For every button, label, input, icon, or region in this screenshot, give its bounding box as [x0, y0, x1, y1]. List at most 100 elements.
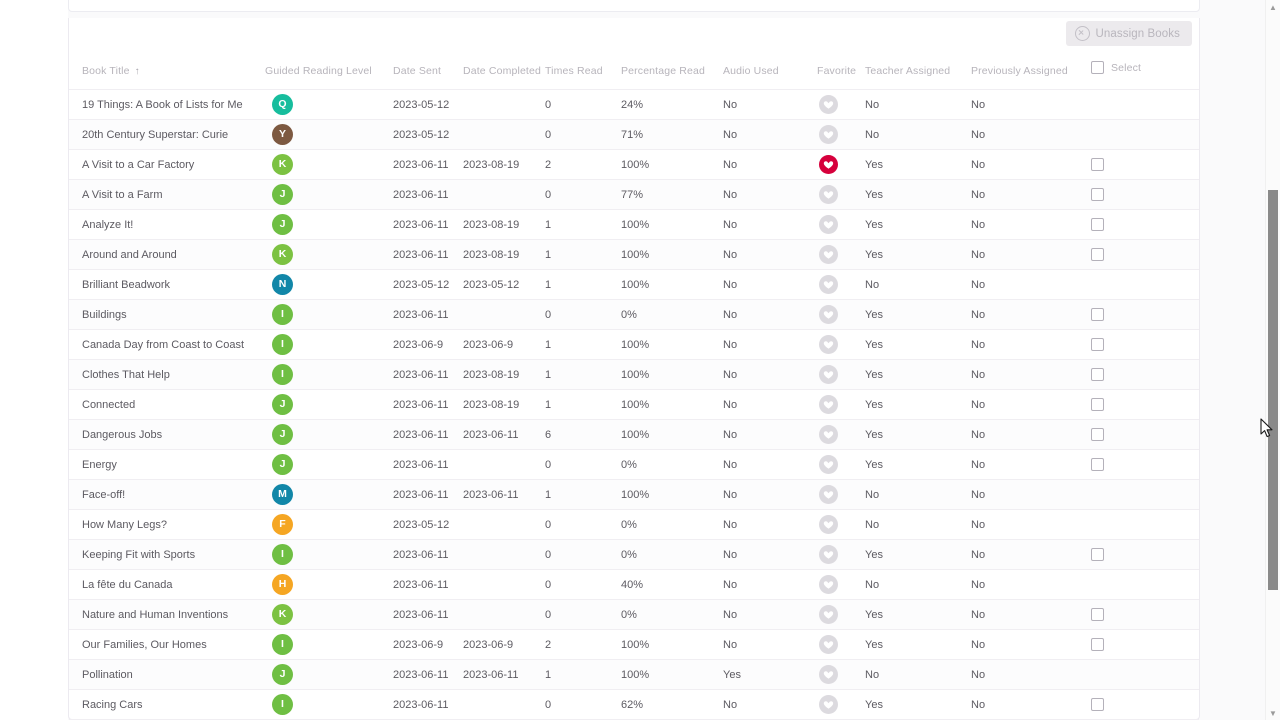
- book-title-cell[interactable]: Pollination: [69, 659, 265, 690]
- table-row[interactable]: Energy J 2023-06-11 0 0% No Yes No: [69, 449, 1199, 480]
- select-cell[interactable]: [1091, 149, 1199, 180]
- book-title-cell[interactable]: A Visit to a Farm: [69, 179, 265, 210]
- column-header-book-title[interactable]: Book Title ↑: [69, 51, 265, 90]
- row-select-checkbox[interactable]: [1091, 308, 1104, 321]
- select-cell[interactable]: [1091, 179, 1199, 210]
- table-row[interactable]: La fête du Canada H 2023-06-11 0 40% No No No: [69, 569, 1199, 600]
- select-cell[interactable]: [1091, 539, 1199, 570]
- select-cell[interactable]: [1091, 299, 1199, 330]
- book-title-cell[interactable]: 19 Things: A Book of Lists for Me: [69, 89, 265, 120]
- favorite-heart-icon[interactable]: [819, 575, 838, 594]
- book-title-cell[interactable]: Clothes That Help: [69, 359, 265, 390]
- row-select-checkbox[interactable]: [1091, 218, 1104, 231]
- favorite-cell[interactable]: [817, 269, 865, 300]
- scroll-up-arrow-icon[interactable]: ▲: [1266, 0, 1280, 14]
- favorite-cell[interactable]: [817, 149, 865, 180]
- favorite-cell[interactable]: [817, 539, 865, 570]
- favorite-heart-icon[interactable]: [819, 665, 838, 684]
- favorite-heart-icon[interactable]: [819, 365, 838, 384]
- column-header-teacher-assigned[interactable]: Teacher Assigned: [865, 51, 971, 90]
- table-row[interactable]: How Many Legs? F 2023-05-12 0 0% No No No: [69, 509, 1199, 540]
- table-row[interactable]: Face-off! M 2023-06-11 2023-06-11 1 100% No No N…: [69, 479, 1199, 510]
- book-title-cell[interactable]: Energy: [69, 449, 265, 480]
- scrollbar-thumb[interactable]: [1268, 190, 1278, 590]
- book-title-cell[interactable]: Connected: [69, 389, 265, 420]
- column-header-date-sent[interactable]: Date Sent: [393, 51, 463, 90]
- unassign-books-button[interactable]: Unassign Books: [1065, 21, 1192, 46]
- favorite-cell[interactable]: [817, 479, 865, 510]
- table-row[interactable]: Connected J 2023-06-11 2023-08-19 1 100% No Yes…: [69, 389, 1199, 420]
- select-cell[interactable]: [1091, 689, 1199, 720]
- row-select-checkbox[interactable]: [1091, 638, 1104, 651]
- favorite-cell[interactable]: [817, 329, 865, 360]
- select-all-checkbox[interactable]: [1091, 61, 1104, 74]
- favorite-cell[interactable]: [817, 119, 865, 150]
- row-select-checkbox[interactable]: [1091, 158, 1104, 171]
- column-header-percentage-read[interactable]: Percentage Read: [621, 51, 723, 90]
- column-header-previously-assigned[interactable]: Previously Assigned: [971, 51, 1091, 90]
- table-row[interactable]: 19 Things: A Book of Lists for Me Q 2023-0…: [69, 89, 1199, 120]
- favorite-heart-icon[interactable]: [819, 605, 838, 624]
- table-row[interactable]: Nature and Human Inventions K 2023-06-11 0 0…: [69, 599, 1199, 630]
- select-cell[interactable]: [1091, 419, 1199, 450]
- book-title-cell[interactable]: Keeping Fit with Sports: [69, 539, 265, 570]
- favorite-heart-icon[interactable]: [819, 125, 838, 144]
- table-row[interactable]: Canada Day from Coast to Coast I 2023-06-9…: [69, 329, 1199, 360]
- row-select-checkbox[interactable]: [1091, 458, 1104, 471]
- favorite-cell[interactable]: [817, 389, 865, 420]
- vertical-scrollbar[interactable]: ▲ ▼: [1265, 0, 1280, 720]
- row-select-checkbox[interactable]: [1091, 338, 1104, 351]
- favorite-heart-icon[interactable]: [819, 275, 838, 294]
- select-cell[interactable]: [1091, 209, 1199, 240]
- favorite-cell[interactable]: [817, 209, 865, 240]
- table-row[interactable]: 20th Century Superstar: Curie Y 2023-05-12…: [69, 119, 1199, 150]
- favorite-heart-icon[interactable]: [819, 305, 838, 324]
- book-title-cell[interactable]: Racing Cars: [69, 689, 265, 720]
- row-select-checkbox[interactable]: [1091, 548, 1104, 561]
- favorite-heart-icon[interactable]: [819, 695, 838, 714]
- favorite-cell[interactable]: [817, 419, 865, 450]
- select-cell[interactable]: [1091, 359, 1199, 390]
- row-select-checkbox[interactable]: [1091, 368, 1104, 381]
- favorite-cell[interactable]: [817, 599, 865, 630]
- table-row[interactable]: A Visit to a Farm J 2023-06-11 0 77% No Yes No: [69, 179, 1199, 210]
- book-title-cell[interactable]: Face-off!: [69, 479, 265, 510]
- row-select-checkbox[interactable]: [1091, 188, 1104, 201]
- select-cell[interactable]: [1091, 239, 1199, 270]
- select-cell[interactable]: [1091, 599, 1199, 630]
- scroll-down-arrow-icon[interactable]: ▼: [1266, 706, 1280, 720]
- table-row[interactable]: A Visit to a Car Factory K 2023-06-11 2023-…: [69, 149, 1199, 180]
- select-cell[interactable]: [1091, 629, 1199, 660]
- book-title-cell[interactable]: Buildings: [69, 299, 265, 330]
- table-row[interactable]: Our Families, Our Homes I 2023-06-9 2023-06…: [69, 629, 1199, 660]
- table-row[interactable]: Pollination J 2023-06-11 2023-06-11 1 100% Yes…: [69, 659, 1199, 690]
- table-row[interactable]: Buildings I 2023-06-11 0 0% No Yes No: [69, 299, 1199, 330]
- select-cell[interactable]: [1091, 329, 1199, 360]
- favorite-heart-icon[interactable]: [819, 215, 838, 234]
- book-title-cell[interactable]: 20th Century Superstar: Curie: [69, 119, 265, 150]
- table-row[interactable]: Keeping Fit with Sports I 2023-06-11 0 0% No Y…: [69, 539, 1199, 570]
- favorite-heart-icon[interactable]: [819, 515, 838, 534]
- column-header-audio-used[interactable]: Audio Used: [723, 51, 817, 90]
- favorite-heart-icon[interactable]: [819, 185, 838, 204]
- table-row[interactable]: Clothes That Help I 2023-06-11 2023-08-19 1 1…: [69, 359, 1199, 390]
- sort-ascending-icon[interactable]: ↑: [135, 66, 140, 77]
- table-row[interactable]: Dangerous Jobs J 2023-06-11 2023-06-11 6 100%…: [69, 419, 1199, 450]
- favorite-heart-filled-icon[interactable]: [819, 155, 838, 174]
- row-select-checkbox[interactable]: [1091, 698, 1104, 711]
- favorite-heart-icon[interactable]: [819, 635, 838, 654]
- book-title-cell[interactable]: Nature and Human Inventions: [69, 599, 265, 630]
- favorite-cell[interactable]: [817, 509, 865, 540]
- favorite-heart-icon[interactable]: [819, 545, 838, 564]
- row-select-checkbox[interactable]: [1091, 248, 1104, 261]
- book-title-cell[interactable]: Dangerous Jobs: [69, 419, 265, 450]
- favorite-cell[interactable]: [817, 359, 865, 390]
- favorite-heart-icon[interactable]: [819, 485, 838, 504]
- table-row[interactable]: Analyze It! J 2023-06-11 2023-08-19 1 100% No Y…: [69, 209, 1199, 240]
- favorite-cell[interactable]: [817, 179, 865, 210]
- favorite-cell[interactable]: [817, 449, 865, 480]
- book-title-cell[interactable]: Brilliant Beadwork: [69, 269, 265, 300]
- table-row[interactable]: Racing Cars I 2023-06-11 0 62% No Yes No: [69, 689, 1199, 720]
- table-row[interactable]: Brilliant Beadwork N 2023-05-12 2023-05-12 1…: [69, 269, 1199, 300]
- book-title-cell[interactable]: How Many Legs?: [69, 509, 265, 540]
